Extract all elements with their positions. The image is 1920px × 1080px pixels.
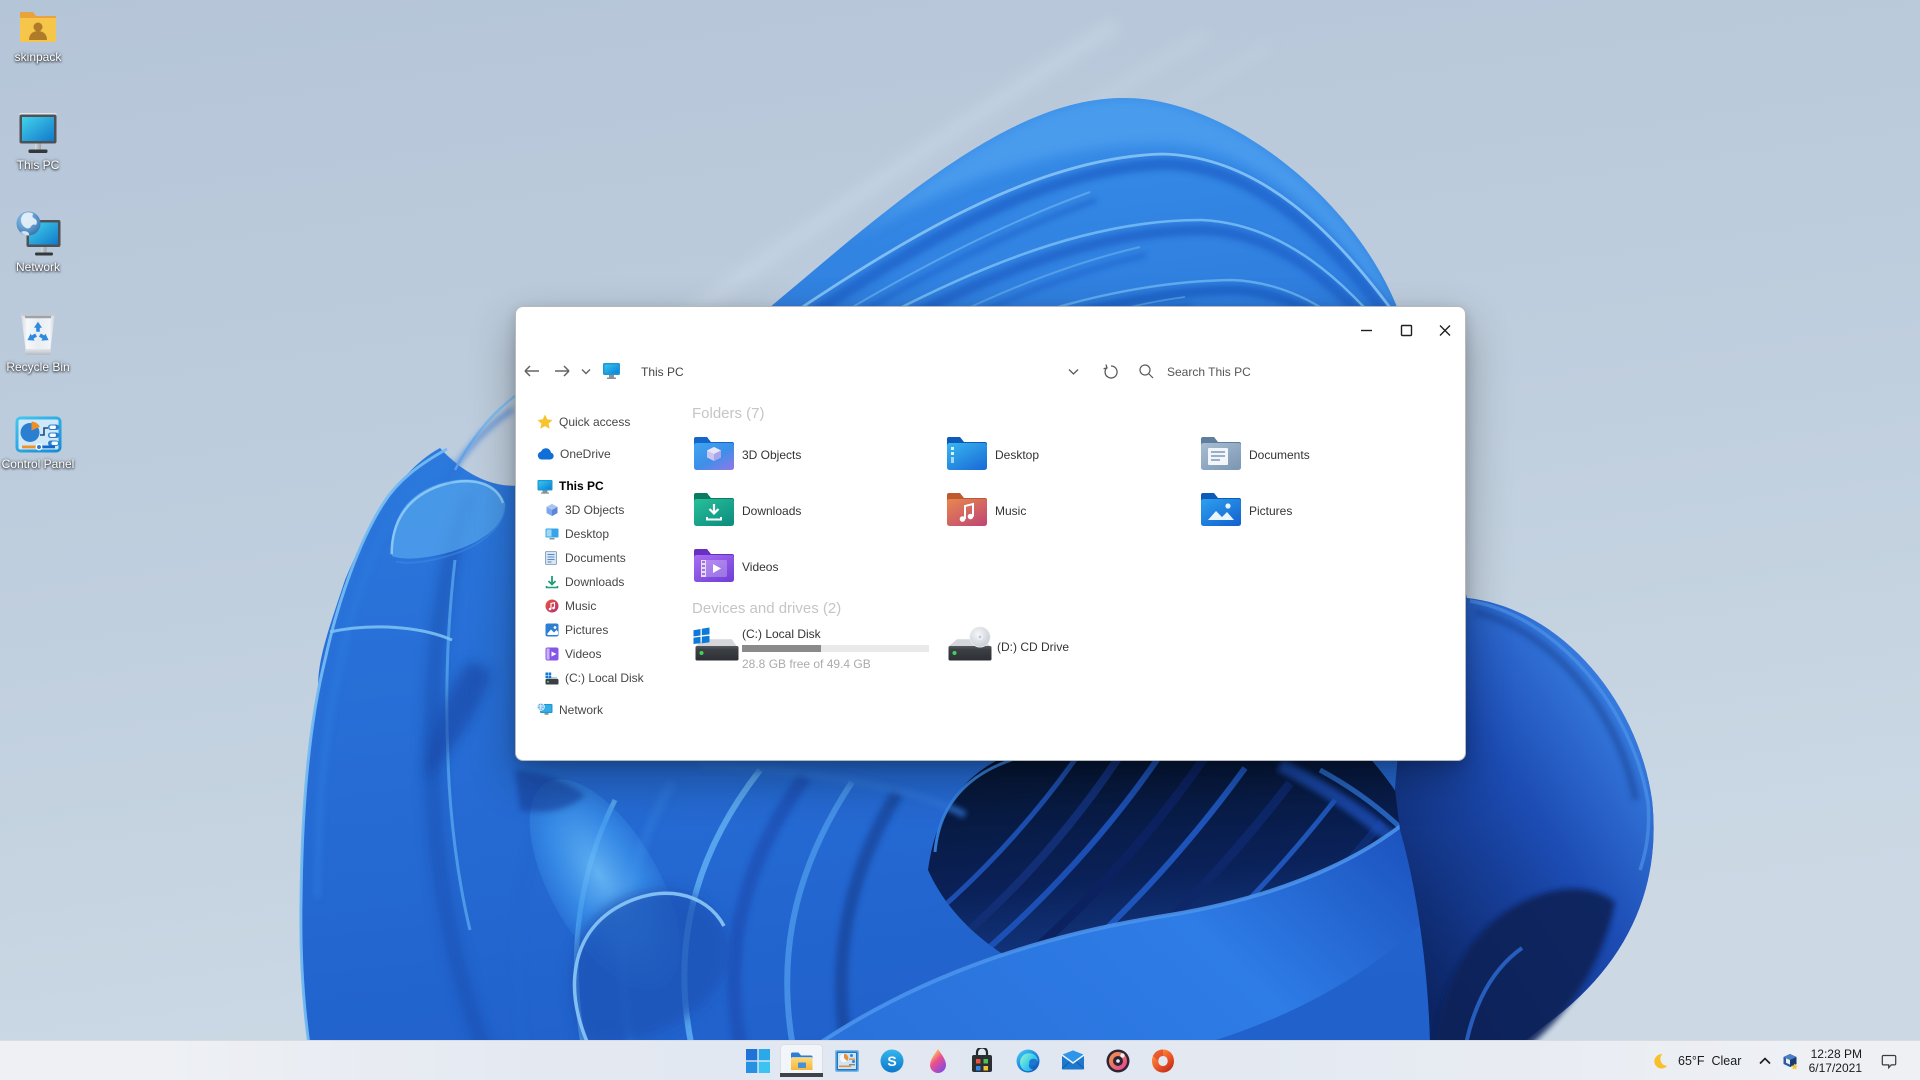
- svg-text:S: S: [887, 1053, 896, 1069]
